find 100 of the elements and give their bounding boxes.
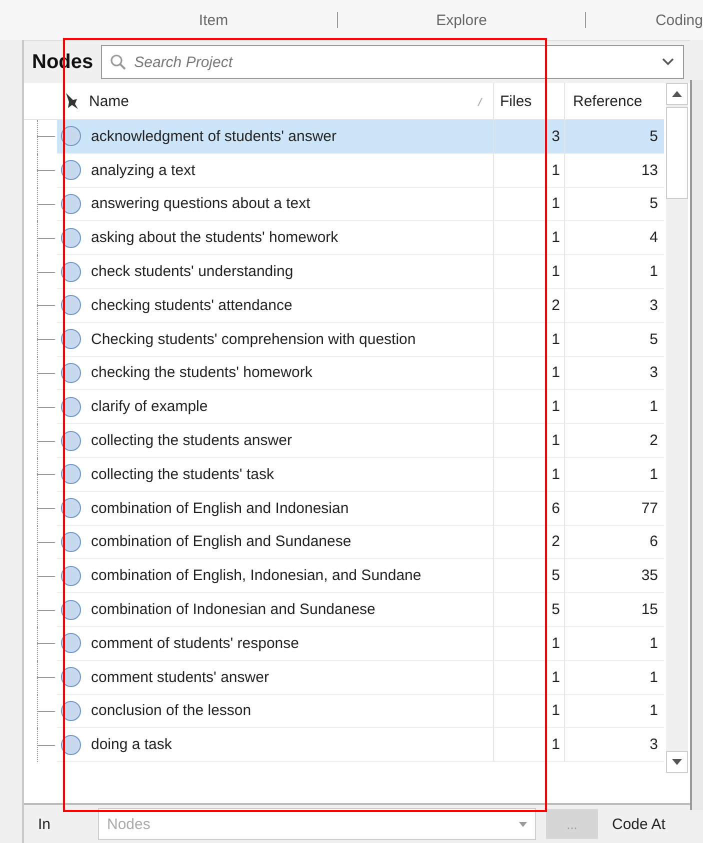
node-name: combination of Indonesian and Sundanese <box>85 593 494 627</box>
in-label: In <box>38 816 52 832</box>
reference-count: 35 <box>641 567 658 584</box>
node-icon <box>61 228 81 248</box>
files-count: 1 <box>552 364 560 382</box>
files-count: 1 <box>552 432 560 450</box>
reference-count: 1 <box>650 634 658 652</box>
node-name: comment of students' response <box>85 626 494 661</box>
reference-count: 1 <box>650 263 658 280</box>
node-row[interactable]: clarify of example 1 1 <box>24 390 664 424</box>
node-row[interactable]: collecting the students' task 1 1 <box>24 458 664 492</box>
reference-count: 3 <box>650 736 658 754</box>
files-count: 2 <box>552 296 560 314</box>
node-name: acknowledgment of students' answer <box>85 120 494 154</box>
node-row[interactable]: checking the students' homework 1 3 <box>24 356 664 390</box>
scroll-up-button[interactable] <box>666 83 688 105</box>
node-name: combination of English, Indonesian, and Sundane <box>85 559 494 594</box>
reference-count: 5 <box>650 195 658 212</box>
node-name: combination of English and Indonesian <box>85 492 494 526</box>
files-count: 2 <box>552 533 560 550</box>
reference-count: 13 <box>641 162 658 179</box>
reference-count: 3 <box>650 296 658 314</box>
files-count: 1 <box>552 162 560 179</box>
files-count: 5 <box>552 601 560 618</box>
pin-icon[interactable] <box>63 92 79 110</box>
reference-count: 1 <box>650 702 658 720</box>
node-row[interactable]: comment students' answer 1 1 <box>24 660 664 695</box>
ribbon-group-label[interactable]: Coding <box>655 12 703 28</box>
node-row[interactable]: Checking students' comprehension with question 1 5 <box>24 322 664 357</box>
node-name: clarify of example <box>85 390 494 424</box>
node-row[interactable]: analyzing a text 1 13 <box>24 154 664 188</box>
column-header[interactable]: Files <box>494 83 564 119</box>
node-row[interactable]: checking students' attendance 2 3 <box>24 288 664 323</box>
node-row[interactable]: doing a task 1 3 <box>24 728 664 762</box>
node-icon <box>61 295 81 316</box>
node-icon <box>61 532 81 552</box>
node-row[interactable]: conclusion of the lesson 1 1 <box>24 694 664 728</box>
files-count: 6 <box>552 500 560 517</box>
reference-count: 77 <box>641 500 658 517</box>
vertical-scrollbar[interactable] <box>666 83 688 773</box>
node-icon <box>61 600 81 620</box>
node-name: asking about the students' homework <box>85 221 494 256</box>
code-at-button[interactable]: Code At <box>608 816 670 832</box>
reference-count: 6 <box>650 533 658 550</box>
files-count: 1 <box>552 702 560 720</box>
reference-count: 3 <box>650 364 658 382</box>
search-box[interactable]: Search Project <box>101 45 684 79</box>
node-row[interactable]: comment of students' response 1 1 <box>24 626 664 661</box>
node-row[interactable]: combination of Indonesian and Sundanese 5 15 <box>24 593 664 627</box>
node-name: answering questions about a text <box>85 188 494 222</box>
node-row[interactable]: check students' understanding 1 1 <box>24 255 664 289</box>
node-icon <box>61 734 81 755</box>
node-icon <box>61 396 81 417</box>
node-name: checking students' attendance <box>85 288 494 323</box>
node-icon <box>61 126 81 146</box>
node-name: conclusion of the lesson <box>85 694 494 728</box>
reference-count: 1 <box>650 668 658 686</box>
node-row[interactable]: acknowledgment of students' answer 3 5 <box>24 120 664 154</box>
node-row[interactable]: combination of English and Sundanese 2 6 <box>24 526 664 560</box>
node-icon <box>61 362 81 383</box>
files-count: 5 <box>552 567 560 584</box>
ribbon-group-label[interactable]: Explore <box>436 12 487 28</box>
dropdown-arrow-icon <box>519 822 527 826</box>
node-row[interactable]: answering questions about a text 1 5 <box>24 188 664 222</box>
node-row[interactable]: combination of English and Indonesian 6 77 <box>24 492 664 526</box>
node-icon <box>61 464 81 484</box>
node-row[interactable]: combination of English, Indonesian, and Sundane 5 35 <box>24 559 664 594</box>
node-name: combination of English and Sundanese <box>85 526 494 560</box>
reference-count: 5 <box>650 128 658 145</box>
files-count: 1 <box>552 195 560 212</box>
triangle-up-icon <box>672 91 682 97</box>
node-name: analyzing a text <box>85 154 494 188</box>
scrollbar-thumb[interactable] <box>666 107 688 199</box>
scroll-down-button[interactable] <box>666 751 688 773</box>
node-icon <box>61 566 81 586</box>
reference-count: 2 <box>650 432 658 450</box>
column-header[interactable]: Reference <box>564 83 664 119</box>
node-icon <box>61 194 81 214</box>
search-field[interactable]: Search Project <box>132 52 655 72</box>
files-count: 1 <box>552 263 560 280</box>
files-count: 1 <box>552 229 560 246</box>
chevron-down-icon[interactable] <box>661 57 675 67</box>
node-icon <box>61 633 81 654</box>
files-count: 1 <box>552 330 560 348</box>
node-name: comment students' answer <box>85 660 494 695</box>
reference-count: 1 <box>650 398 658 416</box>
reference-count: 1 <box>650 466 658 483</box>
reference-count: 5 <box>650 330 658 348</box>
node-row[interactable]: collecting the students answer 1 2 <box>24 424 664 458</box>
files-count: 1 <box>552 736 560 754</box>
node-row[interactable]: asking about the students' homework 1 4 <box>24 221 664 256</box>
reference-count: 15 <box>641 601 658 618</box>
files-count: 1 <box>552 466 560 483</box>
files-count: 1 <box>552 398 560 416</box>
node-name: check students' understanding <box>85 255 494 289</box>
ribbon-group-label[interactable]: Item <box>198 12 228 28</box>
node-name: collecting the students' task <box>85 458 494 492</box>
node-icon <box>61 262 81 282</box>
triangle-down-icon <box>672 759 682 765</box>
column-header[interactable]: Name <box>85 83 494 119</box>
